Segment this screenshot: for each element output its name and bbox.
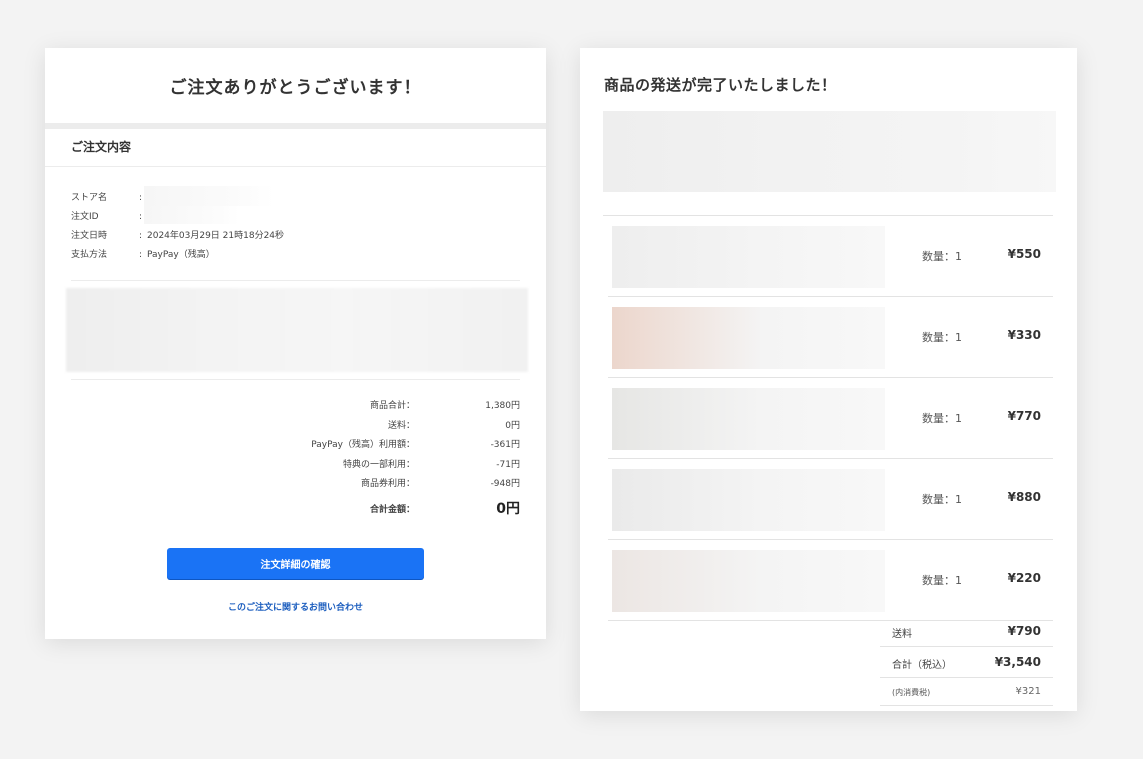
item-quantity: 数量：1 xyxy=(922,412,962,425)
total-value: 0円 xyxy=(505,420,520,431)
summary-value: ¥3,540 xyxy=(994,655,1041,669)
total-label: 商品合計： xyxy=(369,401,415,411)
summary-row-shipping: 送料 ¥790 xyxy=(880,616,1053,647)
total-value: -71円 xyxy=(496,459,520,470)
order-confirmation-card: ご注文ありがとうございます！ ご注文内容 ストア名 : 注文ID : 注文日時 … xyxy=(45,48,546,639)
summary-label: (内消費税) xyxy=(892,688,931,697)
summary-label: 合計（税込） xyxy=(892,660,952,671)
shipping-notification-card: 商品の発送が完了いたしました！ 数量：1 ¥550 数量：1 ¥330 数量：1… xyxy=(580,48,1077,711)
shipping-summary: 送料 ¥790 合計（税込） ¥3,540 (内消費税) ¥321 xyxy=(880,616,1053,706)
shipping-card-title: 商品の発送が完了いたしました！ xyxy=(604,76,837,94)
order-details-heading: ご注文内容 xyxy=(45,129,546,167)
item-price: ¥550 xyxy=(1007,247,1041,261)
item-price: ¥220 xyxy=(1007,571,1041,585)
total-row-shipping: 送料： 0円 xyxy=(71,418,520,438)
summary-row-tax: (内消費税) ¥321 xyxy=(880,678,1053,706)
order-card-title: ご注文ありがとうございます！ xyxy=(169,78,422,98)
total-label: 送料： xyxy=(387,420,415,431)
info-label: 支払方法 xyxy=(71,250,108,260)
item-price: ¥880 xyxy=(1007,490,1041,504)
item-price: ¥330 xyxy=(1007,328,1041,342)
list-item: 数量：1 ¥330 xyxy=(608,297,1053,378)
divider xyxy=(71,280,520,281)
total-row-grand: 合計金額： 0円 xyxy=(71,496,520,517)
order-totals: 商品合計： 1,380円 送料： 0円 PayPay（残高）利用額： -361円… xyxy=(71,398,520,517)
info-colon: : xyxy=(139,250,143,260)
view-order-details-button[interactable]: 注文詳細の確認 xyxy=(167,548,424,579)
total-value: -948円 xyxy=(490,479,520,489)
total-label: PayPay（残高）利用額： xyxy=(311,440,415,450)
info-row-order-date: 注文日時 : 2024年03月29日 21時18分24秒 xyxy=(71,227,284,246)
divider xyxy=(71,379,520,380)
total-row-subtotal: 商品合計： 1,380円 xyxy=(71,398,520,418)
total-row-gift-certificate: 商品券利用： -948円 xyxy=(71,476,520,496)
info-label: 注文ID xyxy=(71,212,99,222)
info-colon: : xyxy=(139,231,143,241)
info-row-payment: 支払方法 : PayPay（残高） xyxy=(71,246,284,265)
info-label: 注文日時 xyxy=(71,231,108,241)
total-label: 特典の一部利用： xyxy=(342,459,415,470)
blurred-product-area xyxy=(66,288,528,372)
item-quantity: 数量：1 xyxy=(922,574,962,587)
redacted-store-name xyxy=(144,186,274,206)
product-thumbnail-blurred xyxy=(612,550,885,612)
total-value: 1,380円 xyxy=(485,401,520,411)
item-quantity: 数量：1 xyxy=(922,250,962,263)
info-value: PayPay（残高） xyxy=(147,250,215,260)
list-item: 数量：1 ¥880 xyxy=(608,459,1053,540)
list-item: 数量：1 ¥550 xyxy=(608,216,1053,297)
summary-value: ¥790 xyxy=(1007,624,1041,638)
product-thumbnail-blurred xyxy=(612,388,885,450)
redacted-order-id xyxy=(144,206,239,224)
order-inquiry-link[interactable]: このご注文に関するお問い合わせ xyxy=(45,600,546,613)
item-price: ¥770 xyxy=(1007,409,1041,423)
info-label: ストア名 xyxy=(71,193,108,203)
total-row-benefit: 特典の一部利用： -71円 xyxy=(71,457,520,477)
grand-total-label: 合計金額： xyxy=(369,504,415,515)
product-thumbnail-blurred xyxy=(612,307,885,369)
item-quantity: 数量：1 xyxy=(922,331,962,344)
list-item: 数量：1 ¥220 xyxy=(608,540,1053,621)
product-thumbnail-blurred xyxy=(612,469,885,531)
info-value: 2024年03月29日 21時18分24秒 xyxy=(147,231,285,241)
list-item: 数量：1 ¥770 xyxy=(608,378,1053,459)
grand-total-value: 0円 xyxy=(496,500,520,517)
shipped-items-list: 数量：1 ¥550 数量：1 ¥330 数量：1 ¥770 数量：1 ¥880 … xyxy=(608,216,1053,621)
item-quantity: 数量：1 xyxy=(922,493,962,506)
summary-row-total: 合計（税込） ¥3,540 xyxy=(880,647,1053,678)
summary-value: ¥321 xyxy=(1015,686,1041,697)
total-row-paypay: PayPay（残高）利用額： -361円 xyxy=(71,437,520,457)
blurred-banner xyxy=(603,111,1056,192)
total-label: 商品券利用： xyxy=(360,479,415,489)
product-thumbnail-blurred xyxy=(612,226,885,288)
summary-label: 送料 xyxy=(892,629,912,640)
total-value: -361円 xyxy=(490,440,520,450)
